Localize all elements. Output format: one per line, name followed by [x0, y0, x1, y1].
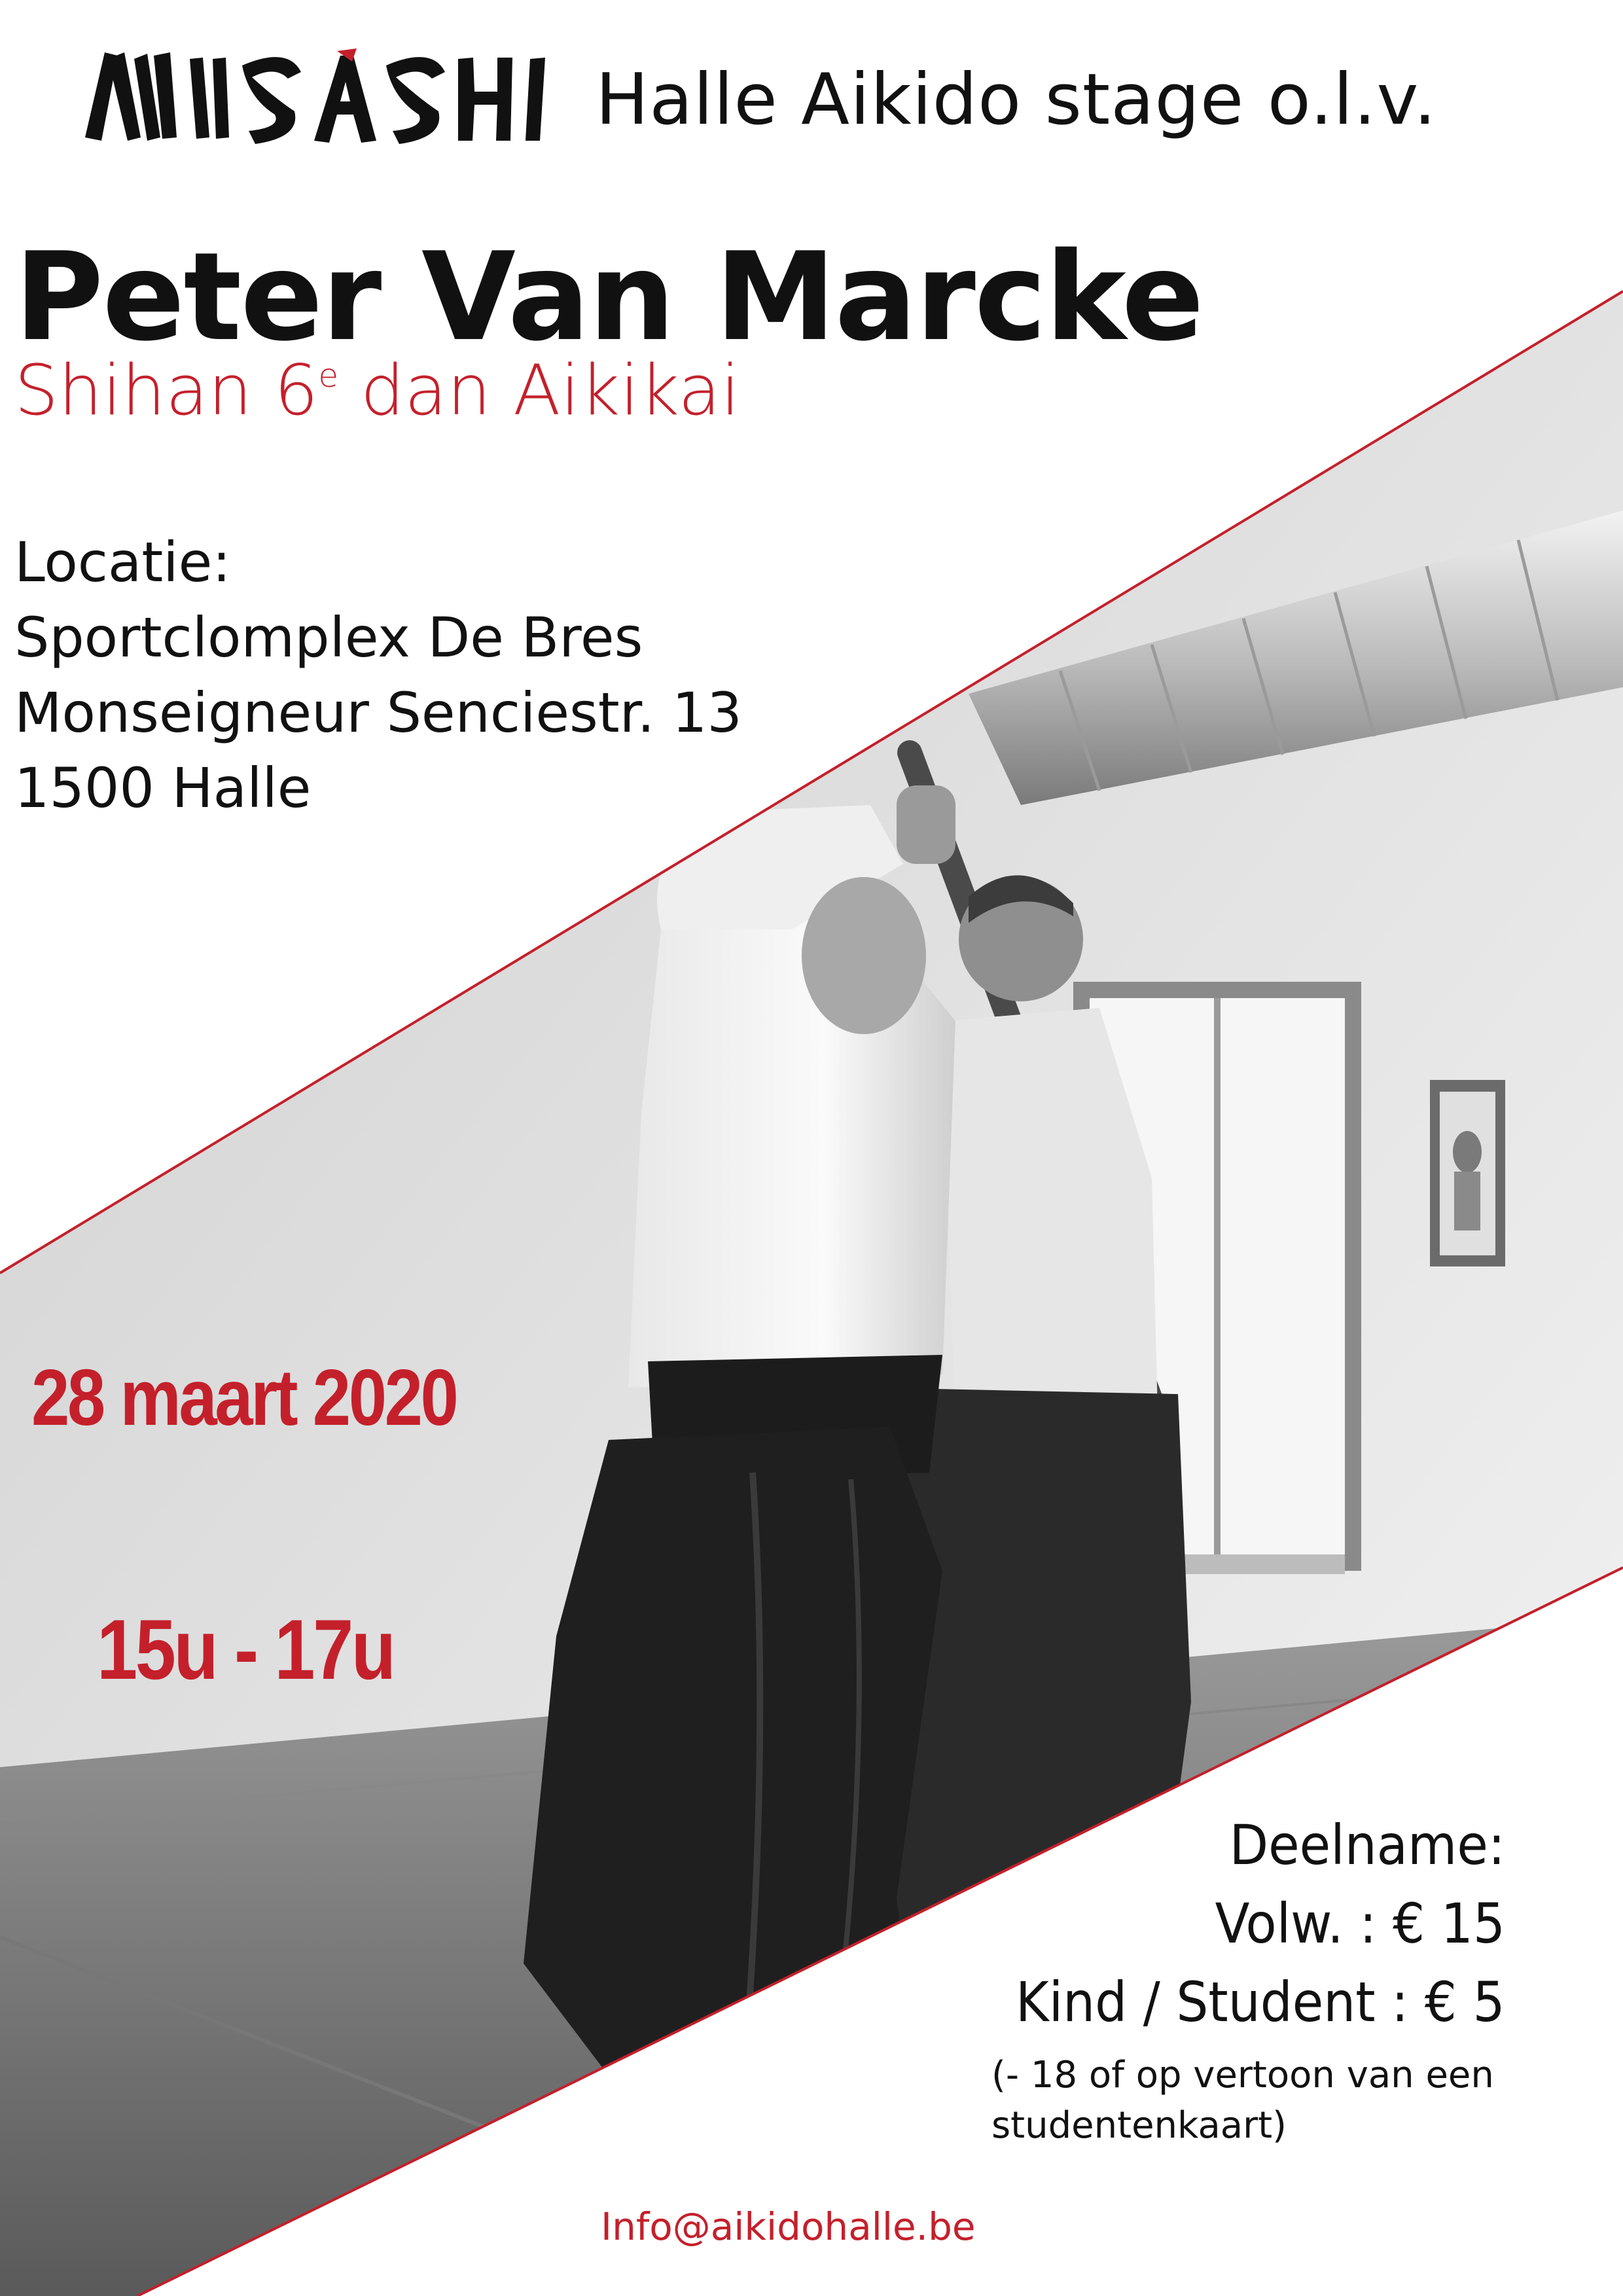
fee-child-student: Kind / Student : € 5: [1016, 1970, 1505, 2034]
rank-prefix: Shihan 6: [14, 350, 319, 431]
fee-note-line1: (- 18 of op vertoon van een: [991, 2054, 1494, 2096]
contact-email[interactable]: Info@aikidohalle.be: [601, 2204, 976, 2249]
location-city: 1500 Halle: [14, 756, 312, 820]
event-time: 15u - 17u: [97, 1602, 396, 1697]
instructor-rank: Shihan 6e dan Aikikai: [14, 350, 740, 431]
fee-note-line2: studentenkaart): [991, 2104, 1287, 2147]
musashi-logo: [85, 48, 545, 144]
fee-adult: Volw. : € 15: [1215, 1892, 1505, 1956]
rank-superscript: e: [318, 357, 339, 395]
event-date: 28 maart 2020: [31, 1353, 459, 1442]
location-label: Locatie:: [14, 530, 231, 594]
location-venue: Sportclomplex De Bres: [14, 605, 643, 670]
fees-label: Deelname:: [1229, 1813, 1505, 1877]
header-title: Halle Aikido stage o.l.v.: [596, 59, 1437, 141]
rank-suffix: dan Aikikai: [338, 350, 740, 431]
location-street: Monseigneur Senciestr. 13: [14, 681, 742, 745]
instructor-name: Peter Van Marcke: [14, 226, 1204, 368]
